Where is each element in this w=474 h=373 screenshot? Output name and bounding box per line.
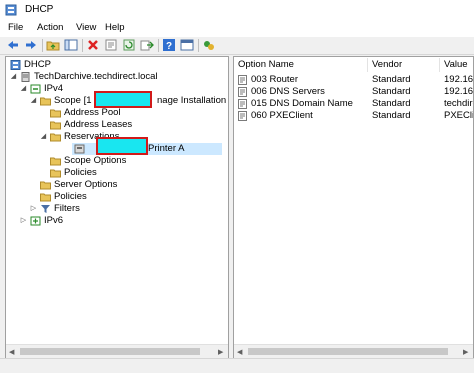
svg-text:?: ? (166, 41, 172, 52)
up-folder-icon[interactable] (46, 38, 60, 52)
table-row[interactable]: 015 DNS Domain Name Standard techdire (234, 98, 473, 110)
expanded-arrow-icon[interactable]: ◢ (10, 71, 17, 83)
option-name: 006 DNS Servers (251, 86, 325, 97)
dhcp-app-icon (5, 4, 17, 16)
tree-label-scope-policies: Policies (64, 167, 97, 178)
tree-label-ipv4: IPv4 (44, 83, 64, 94)
folder-icon (50, 121, 61, 130)
option-icon (238, 75, 247, 85)
dhcp-icon (10, 60, 21, 70)
folder-icon (40, 181, 51, 190)
options-horizontal-scrollbar[interactable]: ◀ ▶ (234, 344, 473, 358)
option-value: techdire (444, 98, 473, 109)
tree-label-server: TechDarchive.techdirect.local (34, 71, 158, 82)
column-header-vendor[interactable]: Vendor (368, 58, 440, 72)
table-row[interactable]: 060 PXEClient Standard PXEClient (234, 110, 474, 122)
tree-label-ipv6: IPv6 (44, 215, 64, 226)
table-row[interactable]: 006 DNS Servers Standard 192.168. (234, 86, 474, 98)
expanded-arrow-icon[interactable]: ◢ (30, 95, 37, 107)
option-vendor: Standard (372, 86, 411, 97)
option-value: 192.168. (444, 86, 474, 97)
option-name: 060 PXEClient (251, 110, 313, 121)
scroll-right-icon[interactable]: ▶ (218, 348, 223, 356)
server-icon (21, 72, 30, 82)
tree-pane[interactable]: DHCP ◢ TechDarchive.techdirect.local ◢ I… (5, 56, 229, 358)
table-row[interactable]: 003 Router Standard 192.168. (234, 74, 474, 86)
column-header-option-name[interactable]: Option Name (234, 58, 368, 72)
tree-label-address-leases: Address Leases (64, 119, 133, 130)
tree-label-scope-options: Scope Options (64, 155, 127, 166)
option-value: PXEClient (444, 110, 474, 121)
help-icon[interactable]: ? (162, 38, 176, 52)
option-vendor: Standard (372, 110, 411, 121)
scroll-right-icon[interactable]: ▶ (463, 348, 468, 356)
folder-icon (50, 169, 61, 178)
options-pane[interactable]: Option Name Vendor Value 003 Router Stan… (233, 56, 474, 358)
folder-icon (50, 157, 61, 166)
ipv4-icon (30, 84, 41, 94)
option-icon (238, 111, 247, 121)
option-name: 015 DNS Domain Name (251, 98, 353, 109)
option-vendor: Standard (372, 98, 411, 109)
option-icon (238, 99, 247, 109)
redaction-box (94, 91, 152, 108)
export-icon[interactable] (140, 38, 154, 52)
toolbar: ? (0, 37, 474, 55)
tree-label-scope-suffix: nage Installation LAN (157, 95, 228, 106)
collapsed-arrow-icon[interactable]: ▷ (30, 203, 37, 215)
menu-view[interactable]: View (76, 22, 96, 33)
ipv6-icon (30, 216, 41, 226)
folder-icon (40, 97, 51, 106)
tree-label-scope-prefix: Scope [1 (54, 95, 92, 106)
folder-icon (50, 109, 61, 118)
expanded-arrow-icon[interactable]: ◢ (40, 131, 47, 143)
menu-action[interactable]: Action (37, 22, 63, 33)
properties-icon[interactable] (104, 38, 118, 52)
reservation-icon (74, 144, 85, 154)
refresh-icon[interactable] (122, 38, 136, 52)
folder-icon (50, 133, 61, 142)
back-arrow-icon[interactable] (6, 38, 20, 52)
column-header-value[interactable]: Value (440, 58, 473, 72)
tree-label-server-options: Server Options (54, 179, 118, 190)
folder-icon (40, 193, 51, 202)
filter-icon (41, 205, 50, 213)
tree-label-address-pool: Address Pool (64, 107, 121, 118)
option-name: 003 Router (251, 74, 299, 85)
expanded-arrow-icon[interactable]: ◢ (20, 83, 27, 95)
tree-label-filters: Filters (54, 203, 80, 214)
redaction-box (96, 137, 148, 155)
delete-icon[interactable] (86, 38, 100, 52)
show-tree-icon[interactable] (64, 38, 78, 52)
tree-horizontal-scrollbar[interactable]: ◀ ▶ (6, 344, 228, 358)
scroll-thumb[interactable] (248, 348, 448, 355)
scroll-left-icon[interactable]: ◀ (237, 348, 242, 356)
option-vendor: Standard (372, 74, 411, 85)
menu-file[interactable]: File (8, 22, 23, 33)
option-value: 192.168. (444, 74, 474, 85)
tree-label-policies: Policies (54, 191, 87, 202)
scroll-left-icon[interactable]: ◀ (9, 348, 14, 356)
title-bar: DHCP (0, 0, 474, 20)
option-icon (238, 87, 247, 97)
menu-bar: File Action View Help (0, 20, 474, 37)
scroll-thumb[interactable] (20, 348, 200, 355)
forward-arrow-icon[interactable] (24, 38, 38, 52)
status-bar (0, 358, 474, 373)
menu-help[interactable]: Help (105, 22, 125, 33)
tools-icon[interactable] (202, 38, 216, 52)
collapsed-arrow-icon[interactable]: ▷ (20, 215, 27, 227)
console-icon[interactable] (180, 38, 194, 52)
tree-label-reservation-suffix: Printer A (148, 143, 185, 154)
tree-label-dhcp: DHCP (24, 59, 51, 70)
window-title: DHCP (25, 4, 54, 15)
